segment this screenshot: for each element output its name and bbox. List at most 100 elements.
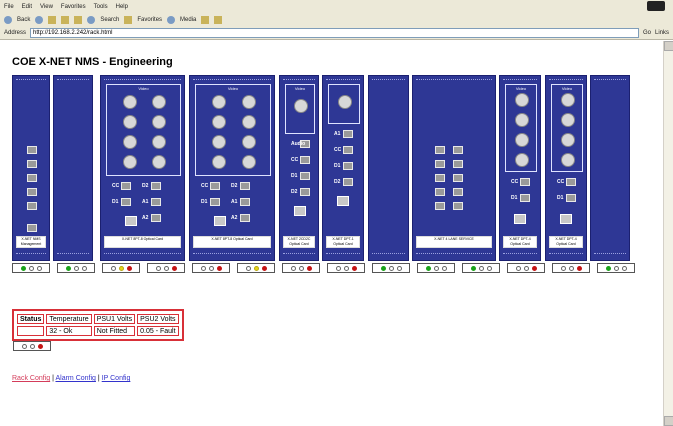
optical-connector-icon[interactable]: [125, 216, 137, 226]
video-input-knob[interactable]: [242, 155, 256, 169]
port-x[interactable]: [27, 188, 37, 196]
video-input-knob[interactable]: [242, 95, 256, 109]
menu-edit[interactable]: Edit: [22, 4, 32, 10]
port-cc[interactable]: [520, 178, 530, 186]
optical-connector-icon[interactable]: [337, 196, 349, 206]
search-icon[interactable]: [87, 15, 96, 24]
menu-favorites[interactable]: Favorites: [61, 4, 86, 10]
video-input-knob[interactable]: [515, 93, 529, 107]
port-a1[interactable]: [151, 198, 161, 206]
port-x[interactable]: [435, 174, 445, 182]
vertical-scrollbar[interactable]: [663, 41, 673, 426]
card-slot-c5[interactable]: Video Audio CC D1 D2 X-NET 2CD2C Optical Card: [279, 75, 319, 261]
port-cc[interactable]: [210, 182, 220, 190]
video-input-knob[interactable]: [561, 93, 575, 107]
card-slot-c8[interactable]: X-NET 4 LANE SERVICE: [412, 75, 496, 261]
video-input-knob[interactable]: [294, 99, 308, 113]
menu-file[interactable]: File: [4, 4, 14, 10]
video-input-knob[interactable]: [561, 113, 575, 127]
video-input-knob[interactable]: [515, 153, 529, 167]
port-x[interactable]: [453, 188, 463, 196]
port-d2[interactable]: [300, 188, 310, 196]
video-input-knob[interactable]: [212, 155, 226, 169]
history-icon[interactable]: [201, 15, 210, 24]
optical-connector-icon[interactable]: [214, 216, 226, 226]
port-x[interactable]: [453, 202, 463, 210]
port-d2[interactable]: [151, 182, 161, 190]
port-a2[interactable]: [240, 214, 250, 222]
card-slot-c6[interactable]: A1 CC D1 D2 X-NET DPT-1 Optical Card: [322, 75, 364, 261]
port-cc[interactable]: [566, 178, 576, 186]
favorites-icon[interactable]: [124, 15, 133, 24]
links-button[interactable]: Links: [655, 30, 669, 36]
card-slot-c2[interactable]: [53, 75, 93, 261]
video-input-knob[interactable]: [152, 95, 166, 109]
video-input-knob[interactable]: [152, 115, 166, 129]
port-d1[interactable]: [300, 172, 310, 180]
alarm-config-link[interactable]: Alarm Config: [55, 375, 95, 382]
video-input-knob[interactable]: [515, 133, 529, 147]
video-input-knob[interactable]: [561, 153, 575, 167]
video-input-knob[interactable]: [561, 133, 575, 147]
menu-help[interactable]: Help: [116, 4, 128, 10]
mail-icon[interactable]: [214, 15, 223, 24]
go-button[interactable]: Go: [643, 30, 651, 36]
video-input-knob[interactable]: [152, 135, 166, 149]
media-icon[interactable]: [167, 15, 176, 24]
ip-config-link[interactable]: IP Config: [102, 375, 131, 382]
port-x[interactable]: [27, 146, 37, 154]
port-cc[interactable]: [121, 182, 131, 190]
port-x[interactable]: [27, 174, 37, 182]
video-input-knob[interactable]: [123, 135, 137, 149]
back-button[interactable]: Back: [17, 17, 30, 23]
video-input-knob[interactable]: [212, 135, 226, 149]
card-slot-c10[interactable]: Video CC D1 X-NET DPT-4 Optical Card: [545, 75, 587, 261]
port-x[interactable]: [453, 160, 463, 168]
scroll-down-icon[interactable]: [664, 416, 673, 426]
card-slot-c1[interactable]: X-NET NMS Management: [12, 75, 50, 261]
address-input[interactable]: http://192.168.2.242/rack.html: [30, 27, 639, 38]
port-x[interactable]: [27, 202, 37, 210]
port-d2[interactable]: [240, 182, 250, 190]
video-input-knob[interactable]: [123, 115, 137, 129]
port-a1[interactable]: [343, 130, 353, 138]
media-button[interactable]: Media: [180, 17, 196, 23]
video-input-knob[interactable]: [212, 115, 226, 129]
card-slot-c11[interactable]: [590, 75, 630, 261]
port-d2[interactable]: [343, 178, 353, 186]
video-input-knob[interactable]: [123, 95, 137, 109]
port-x[interactable]: [435, 188, 445, 196]
video-input-knob[interactable]: [123, 155, 137, 169]
video-input-knob[interactable]: [242, 115, 256, 129]
video-input-knob[interactable]: [242, 135, 256, 149]
port-x[interactable]: [453, 146, 463, 154]
port-x[interactable]: [453, 174, 463, 182]
port-x[interactable]: [435, 160, 445, 168]
back-arrow-icon[interactable]: [4, 15, 12, 24]
stop-icon[interactable]: [48, 15, 57, 24]
card-slot-c3[interactable]: Video CC D1 D2 A1 A2 X-NET 8PT-8 Optical Card: [100, 75, 185, 261]
home-icon[interactable]: [74, 15, 83, 24]
forward-arrow-icon[interactable]: [35, 15, 44, 24]
optical-connector-icon[interactable]: [294, 206, 306, 216]
video-input-knob[interactable]: [152, 155, 166, 169]
video-input-knob[interactable]: [338, 95, 352, 109]
port-d1[interactable]: [343, 162, 353, 170]
menu-tools[interactable]: Tools: [94, 4, 108, 10]
port-d1[interactable]: [520, 194, 530, 202]
rack-config-link[interactable]: Rack Config: [12, 375, 50, 382]
card-slot-c4[interactable]: Video CC D1 D2 A1 A2 X-NET 8PT-8 Optical Card: [189, 75, 275, 261]
search-button[interactable]: Search: [100, 17, 119, 23]
port-a1[interactable]: [240, 198, 250, 206]
refresh-icon[interactable]: [61, 15, 70, 24]
card-slot-c7[interactable]: [368, 75, 409, 261]
port-cc[interactable]: [300, 156, 310, 164]
port-x[interactable]: [435, 202, 445, 210]
video-input-knob[interactable]: [515, 113, 529, 127]
card-slot-c9[interactable]: Video CC D1 X-NET DPT-4 Optical Card: [499, 75, 541, 261]
port-cc[interactable]: [343, 146, 353, 154]
favorites-button[interactable]: Favorites: [137, 17, 162, 23]
port-x[interactable]: [27, 224, 37, 232]
menu-view[interactable]: View: [40, 4, 53, 10]
port-d1[interactable]: [121, 198, 131, 206]
